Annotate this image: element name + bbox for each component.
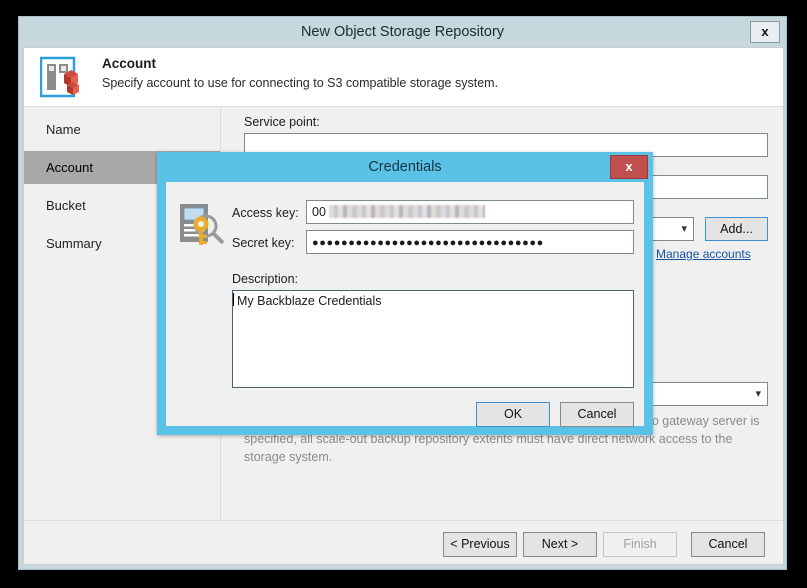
object-storage-icon [39,56,86,100]
wizard-footer: < Previous Next > Finish Cancel [24,520,783,564]
manage-accounts-link[interactable]: Manage accounts [656,247,751,261]
access-key-redaction [328,205,485,218]
description-textarea[interactable]: My Backblaze Credentials [232,290,634,388]
chevron-down-icon: ▾ [755,388,761,400]
credentials-close-button[interactable]: x [610,155,648,179]
credentials-dialog: Credentials x Access key: 00 Secret key:… [157,152,653,435]
access-key-input[interactable]: 00 [306,200,634,224]
description-label: Description: [232,272,298,286]
credentials-dialog-body: Access key: 00 Secret key: ●●●●●●●●●●●●●… [166,182,644,427]
previous-button[interactable]: < Previous [443,532,517,557]
page-subtitle: Specify account to use for connecting to… [102,76,499,90]
credentials-ok-button[interactable]: OK [476,402,550,427]
text-caret [233,293,234,306]
sidebar-item-name[interactable]: Name [24,113,220,146]
wizard-header: Account Specify account to use for conne… [24,48,783,107]
chevron-down-icon: ▾ [681,223,687,235]
add-credentials-button[interactable]: Add... [705,217,768,241]
page-title: Account [102,56,156,71]
window-titlebar: New Object Storage Repository x [19,17,786,47]
service-point-label: Service point: [244,115,320,129]
next-button[interactable]: Next > [523,532,597,557]
secret-key-input[interactable]: ●●●●●●●●●●●●●●●●●●●●●●●●●●●●●●●● [306,230,634,254]
window-title: New Object Storage Repository [300,24,505,40]
cancel-button[interactable]: Cancel [691,532,765,557]
description-value: My Backblaze Credentials [237,294,382,308]
credentials-key-icon [178,202,226,246]
finish-button: Finish [603,532,677,557]
secret-key-value: ●●●●●●●●●●●●●●●●●●●●●●●●●●●●●●●● [312,237,544,249]
credentials-dialog-title: Credentials [368,159,442,175]
credentials-titlebar: Credentials x [157,152,653,182]
access-key-value: 00 [312,205,326,219]
credentials-cancel-button[interactable]: Cancel [560,402,634,427]
access-key-label: Access key: [232,206,299,220]
secret-key-label: Secret key: [232,236,295,250]
window-close-button[interactable]: x [750,21,780,43]
